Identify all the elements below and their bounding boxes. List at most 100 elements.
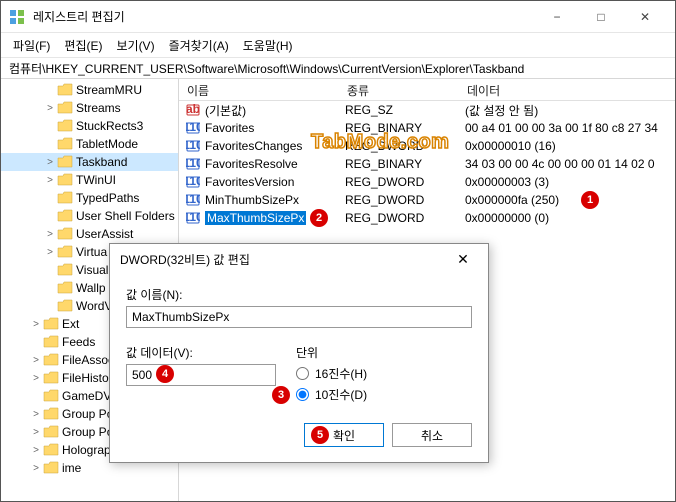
value-name: FavoritesChanges bbox=[205, 139, 302, 153]
folder-icon bbox=[57, 209, 73, 223]
tree-item[interactable]: > Taskband bbox=[1, 153, 178, 171]
address-bar[interactable]: 컴퓨터\HKEY_CURRENT_USER\Software\Microsoft… bbox=[1, 57, 675, 79]
expand-icon[interactable]: > bbox=[29, 319, 43, 330]
col-type[interactable]: 종류 bbox=[339, 79, 459, 100]
expand-icon[interactable]: > bbox=[29, 445, 43, 456]
base-group-label: 단위 bbox=[296, 344, 472, 361]
tree-item-label: FileHisto bbox=[62, 371, 109, 385]
tree-item-label: StreamMRU bbox=[76, 83, 142, 97]
expand-icon[interactable]: > bbox=[43, 175, 57, 186]
value-name-input[interactable] bbox=[126, 306, 472, 328]
tree-item-label: Feeds bbox=[62, 335, 95, 349]
value-name: FavoritesResolve bbox=[205, 157, 298, 171]
annotation-badge-5: 5 bbox=[311, 426, 329, 444]
value-name: FavoritesVersion bbox=[205, 175, 294, 189]
expand-icon[interactable]: > bbox=[29, 427, 43, 438]
value-data: 0x000000fa (250) bbox=[459, 193, 675, 207]
svg-text:ab: ab bbox=[186, 103, 200, 116]
app-icon bbox=[9, 9, 25, 25]
ok-button[interactable]: 5 확인 bbox=[304, 423, 384, 447]
menu-bar: 파일(F) 편집(E) 보기(V) 즐겨찾기(A) 도움말(H) bbox=[1, 33, 675, 57]
tree-item-label: Group Po bbox=[62, 425, 113, 439]
cancel-button-label: 취소 bbox=[421, 427, 443, 444]
value-name-label: 값 이름(N): bbox=[126, 286, 472, 303]
tree-item[interactable]: > TWinUI bbox=[1, 171, 178, 189]
tree-item-label: ime bbox=[62, 461, 81, 475]
title-bar: 레지스트리 편집기 − □ ✕ bbox=[1, 1, 675, 33]
binary-icon: 110 bbox=[185, 174, 201, 190]
tree-item-label: WordV bbox=[76, 299, 112, 313]
tree-item-label: TabletMode bbox=[76, 137, 138, 151]
maximize-button[interactable]: □ bbox=[579, 2, 623, 32]
expand-icon[interactable]: > bbox=[29, 409, 43, 420]
expand-icon[interactable]: > bbox=[29, 463, 43, 474]
cancel-button[interactable]: 취소 bbox=[392, 423, 472, 447]
value-data: (값 설정 안 됨) bbox=[459, 102, 675, 119]
list-row[interactable]: 110FavoritesVersionREG_DWORD0x00000003 (… bbox=[179, 173, 675, 191]
close-button[interactable]: ✕ bbox=[623, 2, 667, 32]
folder-icon bbox=[57, 263, 73, 277]
folder-icon bbox=[57, 137, 73, 151]
tree-item[interactable]: TabletMode bbox=[1, 135, 178, 153]
list-row[interactable]: 110MaxThumbSizePxREG_DWORD0x00000000 (0) bbox=[179, 209, 675, 227]
expand-icon[interactable]: > bbox=[29, 373, 43, 384]
folder-icon bbox=[43, 461, 59, 475]
col-data[interactable]: 데이터 bbox=[459, 79, 675, 100]
minimize-button[interactable]: − bbox=[535, 2, 579, 32]
menu-view[interactable]: 보기(V) bbox=[110, 35, 160, 56]
folder-icon bbox=[57, 281, 73, 295]
folder-icon bbox=[43, 425, 59, 439]
expand-icon[interactable]: > bbox=[43, 229, 57, 240]
tree-item-label: Visual bbox=[76, 263, 108, 277]
tree-item[interactable]: StreamMRU bbox=[1, 81, 178, 99]
menu-file[interactable]: 파일(F) bbox=[7, 35, 56, 56]
tree-item-label: TWinUI bbox=[76, 173, 116, 187]
radio-hex[interactable] bbox=[296, 367, 309, 380]
tree-item-label: Holograp bbox=[62, 443, 111, 457]
folder-icon bbox=[57, 119, 73, 133]
expand-icon[interactable]: > bbox=[43, 157, 57, 168]
col-name[interactable]: 이름 bbox=[179, 79, 339, 100]
tree-item[interactable]: > Streams bbox=[1, 99, 178, 117]
value-name: (기본값) bbox=[205, 102, 246, 119]
folder-icon bbox=[57, 227, 73, 241]
dialog-close-button[interactable]: ✕ bbox=[448, 251, 478, 268]
list-row[interactable]: 110MinThumbSizePxREG_DWORD0x000000fa (25… bbox=[179, 191, 675, 209]
expand-icon[interactable]: > bbox=[43, 103, 57, 114]
tree-item[interactable]: User Shell Folders bbox=[1, 207, 178, 225]
binary-icon: 110 bbox=[185, 138, 201, 154]
expand-icon[interactable]: > bbox=[43, 247, 57, 258]
tree-item-label: Streams bbox=[76, 101, 121, 115]
tree-item-label: Taskband bbox=[76, 155, 127, 169]
list-row[interactable]: ab(기본값)REG_SZ(값 설정 안 됨) bbox=[179, 101, 675, 119]
value-type: REG_DWORD bbox=[339, 139, 459, 153]
folder-icon bbox=[43, 407, 59, 421]
folder-icon bbox=[57, 173, 73, 187]
folder-icon bbox=[43, 353, 59, 367]
svg-text:110: 110 bbox=[186, 121, 200, 134]
tree-item-label: User Shell Folders bbox=[76, 209, 175, 223]
radio-dec[interactable] bbox=[296, 388, 309, 401]
list-row[interactable]: 110FavoritesChangesREG_DWORD0x00000010 (… bbox=[179, 137, 675, 155]
value-data: 0x00000003 (3) bbox=[459, 175, 675, 189]
folder-icon bbox=[43, 443, 59, 457]
folder-icon bbox=[57, 245, 73, 259]
folder-icon bbox=[57, 155, 73, 169]
menu-help[interactable]: 도움말(H) bbox=[237, 35, 299, 56]
menu-edit[interactable]: 편집(E) bbox=[58, 35, 108, 56]
tree-item[interactable]: TypedPaths bbox=[1, 189, 178, 207]
menu-favorites[interactable]: 즐겨찾기(A) bbox=[163, 35, 235, 56]
ok-button-label: 확인 bbox=[333, 427, 355, 444]
radio-dec-label: 10진수(D) bbox=[315, 386, 367, 403]
tree-item[interactable]: >UserAssist bbox=[1, 225, 178, 243]
tree-item[interactable]: StuckRects3 bbox=[1, 117, 178, 135]
list-row[interactable]: 110FavoritesResolveREG_BINARY34 03 00 00… bbox=[179, 155, 675, 173]
tree-item-label: Ext bbox=[62, 317, 79, 331]
list-row[interactable]: 110FavoritesREG_BINARY00 a4 01 00 00 3a … bbox=[179, 119, 675, 137]
expand-icon[interactable]: > bbox=[29, 355, 43, 366]
value-data: 34 03 00 00 4c 00 00 00 01 14 02 0 bbox=[459, 157, 675, 171]
svg-text:110: 110 bbox=[186, 139, 200, 152]
radio-hex-label: 16진수(H) bbox=[315, 365, 367, 382]
value-data-input[interactable] bbox=[126, 364, 276, 386]
dialog-title: DWORD(32비트) 값 편집 bbox=[120, 251, 250, 268]
